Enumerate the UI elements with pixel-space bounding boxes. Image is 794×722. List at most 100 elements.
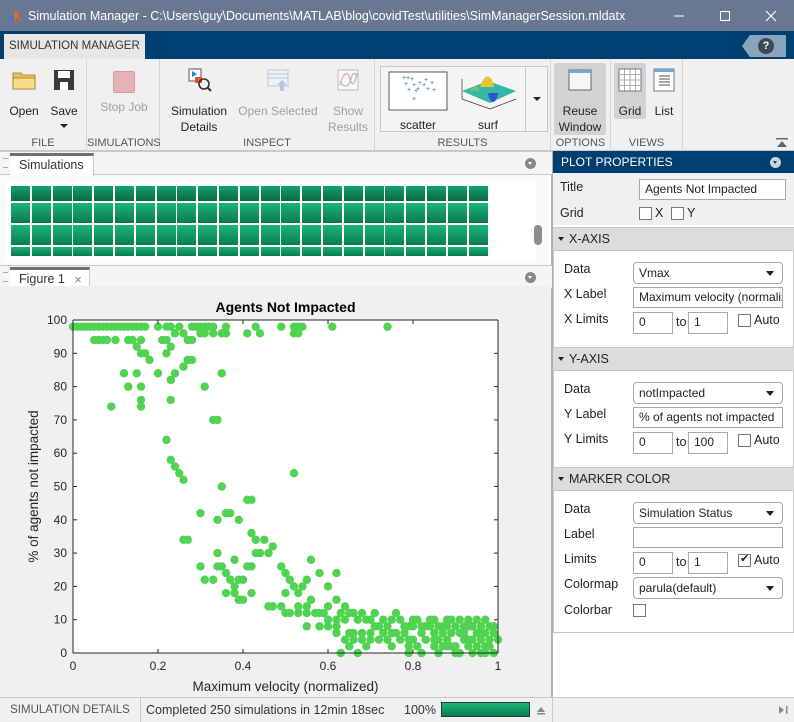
- simulation-tile[interactable]: [406, 225, 426, 245]
- simulation-tile[interactable]: [198, 247, 218, 256]
- simulation-tile[interactable]: [31, 247, 51, 256]
- open-button[interactable]: Open: [6, 67, 42, 119]
- data-point[interactable]: [345, 608, 354, 618]
- data-point[interactable]: [170, 329, 180, 338]
- simulation-tile[interactable]: [94, 225, 114, 245]
- simulation-tile[interactable]: [177, 225, 197, 245]
- simulation-tile[interactable]: [198, 203, 218, 223]
- data-point[interactable]: [153, 369, 163, 378]
- data-point[interactable]: [396, 635, 405, 644]
- simulation-tile[interactable]: [239, 247, 259, 256]
- data-point[interactable]: [442, 642, 452, 651]
- marker-limit-min-field[interactable]: 0: [633, 552, 673, 574]
- simulation-tile[interactable]: [94, 203, 114, 223]
- data-point[interactable]: [370, 608, 379, 618]
- simulation-tile[interactable]: [115, 203, 134, 223]
- simulation-tile[interactable]: [52, 247, 72, 256]
- stop-job-button[interactable]: Stop Job: [91, 67, 157, 115]
- simulation-tile[interactable]: [11, 225, 30, 245]
- simulation-tile[interactable]: [468, 203, 488, 223]
- data-point[interactable]: [166, 342, 175, 351]
- simulation-tile[interactable]: [260, 203, 280, 223]
- simulation-tile[interactable]: [406, 186, 426, 201]
- simulation-tile[interactable]: [447, 225, 467, 245]
- simulation-tile[interactable]: [364, 225, 384, 245]
- show-results-button[interactable]: Show Results: [324, 67, 372, 135]
- simulation-details-toggle[interactable]: SIMULATION DETAILS: [0, 698, 141, 722]
- simulation-tile[interactable]: [385, 203, 405, 223]
- data-point[interactable]: [200, 575, 209, 584]
- simulation-tile[interactable]: [31, 186, 51, 201]
- colorbar-checkbox[interactable]: [633, 604, 646, 617]
- data-point[interactable]: [183, 355, 192, 365]
- list-view-toggle[interactable]: List: [649, 67, 679, 119]
- data-point[interactable]: [217, 482, 226, 491]
- simulation-tile[interactable]: [239, 225, 259, 245]
- data-point[interactable]: [136, 395, 146, 405]
- data-point[interactable]: [464, 642, 473, 651]
- data-point[interactable]: [281, 588, 290, 598]
- data-point[interactable]: [243, 329, 252, 338]
- data-point[interactable]: [362, 642, 371, 651]
- data-point[interactable]: [162, 435, 171, 445]
- data-point[interactable]: [260, 535, 269, 544]
- data-point[interactable]: [277, 322, 286, 331]
- data-point[interactable]: [315, 568, 324, 578]
- help-button[interactable]: ?: [742, 35, 786, 57]
- data-point[interactable]: [183, 535, 192, 544]
- data-point[interactable]: [268, 602, 277, 611]
- y-limit-max-field[interactable]: 100: [688, 432, 728, 454]
- simulation-tile[interactable]: [156, 247, 176, 256]
- data-point[interactable]: [408, 622, 418, 631]
- simulation-tile[interactable]: [260, 186, 280, 201]
- simulation-tile[interactable]: [468, 225, 488, 245]
- data-point[interactable]: [374, 635, 384, 644]
- simulation-tile[interactable]: [177, 203, 197, 223]
- save-dropdown-arrow-icon[interactable]: [59, 123, 69, 129]
- data-point[interactable]: [196, 508, 205, 518]
- grid-view-toggle[interactable]: Grid: [614, 63, 646, 119]
- simulation-tile[interactable]: [323, 247, 342, 256]
- simulation-tile[interactable]: [135, 225, 155, 245]
- data-point[interactable]: [345, 642, 354, 651]
- simulation-tile[interactable]: [31, 225, 51, 245]
- data-point[interactable]: [119, 369, 129, 378]
- x-limit-min-field[interactable]: 0: [633, 312, 673, 334]
- simulation-tile[interactable]: [343, 247, 363, 256]
- simulation-tile[interactable]: [427, 225, 446, 245]
- close-button[interactable]: [748, 0, 794, 31]
- data-point[interactable]: [107, 402, 116, 411]
- data-point[interactable]: [298, 582, 307, 591]
- simulation-tile[interactable]: [260, 225, 280, 245]
- data-point[interactable]: [132, 369, 141, 378]
- panel-menu-icon[interactable]: [525, 158, 536, 169]
- drag-handle-icon[interactable]: [3, 158, 8, 168]
- data-point[interactable]: [196, 562, 205, 571]
- data-point[interactable]: [255, 329, 265, 338]
- tab-simulations[interactable]: Simulations: [10, 153, 94, 176]
- reuse-window-toggle[interactable]: Reuse Window: [554, 63, 606, 135]
- data-point[interactable]: [217, 369, 226, 378]
- data-point[interactable]: [332, 568, 341, 578]
- simulation-tile[interactable]: [468, 247, 488, 256]
- data-point[interactable]: [221, 329, 231, 338]
- simulation-tile[interactable]: [52, 186, 72, 201]
- simulation-tile[interactable]: [219, 203, 238, 223]
- y-axis-section-header[interactable]: Y-AXIS: [553, 347, 794, 371]
- x-axis-section-header[interactable]: X-AXIS: [553, 227, 794, 251]
- simulation-tile[interactable]: [364, 203, 384, 223]
- simulation-tile[interactable]: [156, 225, 176, 245]
- y-data-dropdown[interactable]: notImpacted: [633, 382, 783, 404]
- simulation-tile[interactable]: [406, 203, 426, 223]
- data-point[interactable]: [281, 608, 290, 618]
- y-auto-checkbox[interactable]: [738, 434, 751, 447]
- marker-data-dropdown[interactable]: Simulation Status: [633, 502, 783, 524]
- x-data-dropdown[interactable]: Vmax: [633, 262, 783, 284]
- simulation-tile[interactable]: [198, 186, 218, 201]
- simulation-tile[interactable]: [427, 247, 446, 256]
- data-point[interactable]: [213, 415, 222, 425]
- simulation-tile[interactable]: [364, 186, 384, 201]
- data-point[interactable]: [315, 622, 324, 631]
- data-point[interactable]: [226, 508, 235, 518]
- simulation-tile[interactable]: [115, 186, 134, 201]
